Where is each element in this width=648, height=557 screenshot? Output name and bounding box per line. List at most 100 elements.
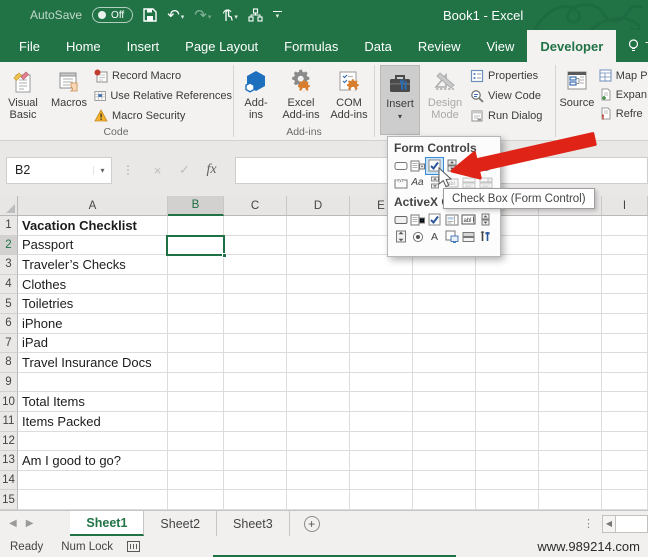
tab-formulas[interactable]: Formulas [271,30,351,62]
cell-A4[interactable]: Clothes [18,275,168,295]
cell-H1[interactable] [539,216,602,236]
hscroll-track[interactable] [616,515,648,533]
form-label-icon[interactable]: Aa [409,175,426,191]
insert-controls-button[interactable]: Insert ▾ [380,65,420,135]
cell-C14[interactable] [224,471,287,491]
cell-E14[interactable] [350,471,413,491]
cell-A2[interactable]: Passport [18,236,168,256]
form-list-box-icon[interactable] [460,158,477,174]
tab-page-layout[interactable]: Page Layout [172,30,271,62]
form-spin-button-icon[interactable] [443,158,460,174]
cell-C4[interactable] [224,275,287,295]
cell-I8[interactable] [602,353,648,373]
cell-I7[interactable] [602,334,648,354]
sheet-nav-prev-icon[interactable]: ◀ [0,511,26,536]
cell-B8[interactable] [168,353,224,373]
cell-D12[interactable] [287,432,350,452]
cell-I13[interactable] [602,451,648,471]
cell-I14[interactable] [602,471,648,491]
cell-E11[interactable] [350,412,413,432]
cell-D7[interactable] [287,334,350,354]
row-header-12[interactable]: 12 [0,432,18,452]
cell-A9[interactable] [18,373,168,393]
cell-C6[interactable] [224,314,287,334]
cell-E3[interactable] [350,255,413,275]
cell-A15[interactable] [18,490,168,510]
tab-file[interactable]: File [6,30,53,62]
cell-C5[interactable] [224,294,287,314]
sheet-tab-sheet2[interactable]: Sheet2 [144,511,217,536]
column-header-B[interactable]: B [168,196,224,216]
column-header-D[interactable]: D [287,196,350,216]
cell-H2[interactable] [539,236,602,256]
sheet-nav-next-icon[interactable]: ▶ [26,511,43,536]
cell-F6[interactable] [413,314,476,334]
cell-D6[interactable] [287,314,350,334]
touch-mode-dropdown-icon[interactable]: ▾ [234,14,238,21]
cell-H14[interactable] [539,471,602,491]
activex-more-controls-icon[interactable] [477,229,494,245]
activex-check-box-icon[interactable] [426,212,443,228]
tab-view[interactable]: View [473,30,527,62]
activex-list-box-icon[interactable] [443,212,460,228]
fill-handle[interactable] [222,253,227,258]
name-box[interactable]: B2 ▾ [6,157,112,184]
cell-I11[interactable] [602,412,648,432]
activex-toggle-button-icon[interactable] [460,229,477,245]
enter-button[interactable]: ✓ [171,162,198,178]
form-button-icon[interactable] [392,158,409,174]
row-header-4[interactable]: 4 [0,275,18,295]
cell-B3[interactable] [168,255,224,275]
cell-I10[interactable] [602,392,648,412]
cell-B1[interactable] [168,216,224,236]
cell-F13[interactable] [413,451,476,471]
activex-label-icon[interactable]: A [426,229,443,245]
cell-I5[interactable] [602,294,648,314]
cell-C10[interactable] [224,392,287,412]
cell-E15[interactable] [350,490,413,510]
cell-H4[interactable] [539,275,602,295]
cell-I6[interactable] [602,314,648,334]
column-header-I[interactable]: I [602,196,648,216]
cell-G10[interactable] [476,392,539,412]
refresh-data-button[interactable]: Refre [599,107,648,120]
row-header-9[interactable]: 9 [0,373,18,393]
activex-image-icon[interactable] [443,229,460,245]
activex-command-button-icon[interactable] [392,212,409,228]
activex-text-box-icon[interactable]: abl [460,212,477,228]
cell-B5[interactable] [168,294,224,314]
tab-developer[interactable]: Developer [527,30,616,62]
column-header-C[interactable]: C [224,196,287,216]
cell-B10[interactable] [168,392,224,412]
cell-G11[interactable] [476,412,539,432]
cell-D10[interactable] [287,392,350,412]
add-ins-button[interactable]: Add-ins [236,65,276,121]
cell-I3[interactable] [602,255,648,275]
properties-button[interactable]: Properties [470,69,554,83]
cell-F7[interactable] [413,334,476,354]
macro-record-status-icon[interactable] [127,541,140,552]
cell-A1[interactable]: Vacation Checklist [18,216,168,236]
cell-A14[interactable] [18,471,168,491]
cell-B15[interactable] [168,490,224,510]
cell-H11[interactable] [539,412,602,432]
select-all-corner[interactable] [0,196,18,216]
form-option-button-icon[interactable] [477,158,494,174]
com-add-ins-button[interactable]: COM Add-ins [326,65,372,121]
tab-insert[interactable]: Insert [114,30,173,62]
cell-C13[interactable] [224,451,287,471]
row-header-15[interactable]: 15 [0,490,18,510]
cell-G13[interactable] [476,451,539,471]
row-header-1[interactable]: 1 [0,216,18,236]
tab-home[interactable]: Home [53,30,114,62]
autosave-toggle[interactable]: Off [92,7,133,23]
sheet-tab-sheet1[interactable]: Sheet1 [70,511,144,536]
save-button[interactable] [143,8,157,22]
cell-H12[interactable] [539,432,602,452]
undo-button[interactable]: ↶▾ [167,8,184,23]
cell-G4[interactable] [476,275,539,295]
activex-spin-button-icon[interactable] [477,212,494,228]
row-header-2[interactable]: 2 [0,236,18,256]
cell-B4[interactable] [168,275,224,295]
cell-D13[interactable] [287,451,350,471]
